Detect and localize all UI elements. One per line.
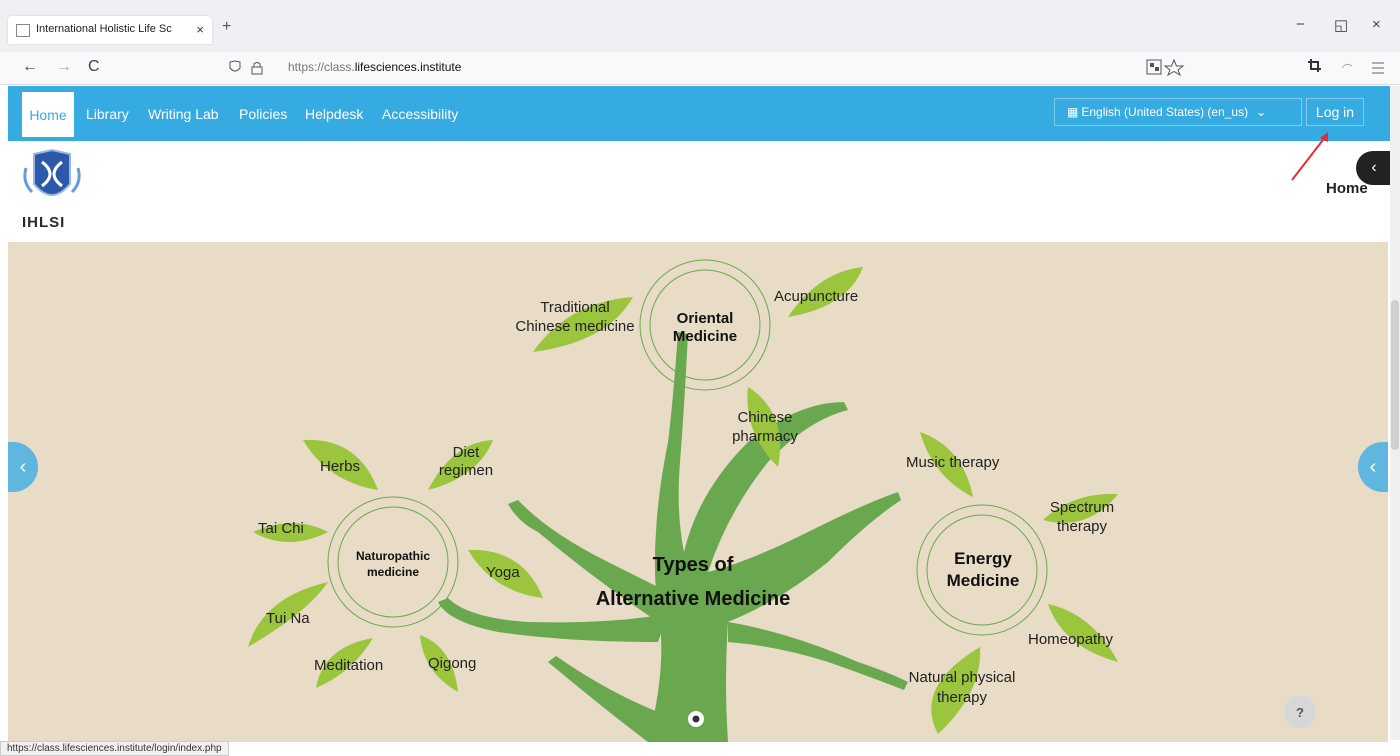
hub-label: Naturopathic <box>355 549 430 563</box>
hub-label: Energy <box>954 549 1012 568</box>
language-selector[interactable]: ▦ English (United States) (en_us) ⌄ <box>1054 98 1302 126</box>
leaf-text: Chinese medicine <box>515 318 635 335</box>
back-icon[interactable]: ← <box>22 58 38 76</box>
leaf-text: regimen <box>438 462 494 479</box>
browser-tab[interactable]: International Holistic Life Sc × <box>8 16 212 44</box>
page-title: Home <box>1326 180 1368 197</box>
restore-button[interactable]: ◱ <box>1334 16 1348 34</box>
leaf-label: Homeopathy <box>1028 631 1114 648</box>
login-link[interactable]: Log in <box>1306 98 1364 126</box>
leaf-label: Yoga <box>486 564 520 581</box>
forward-icon[interactable]: → <box>56 58 72 76</box>
reload-icon[interactable]: C <box>88 58 100 76</box>
leaf-label: Tai Chi <box>258 520 304 537</box>
nav-accessibility[interactable]: Accessibility <box>382 106 458 122</box>
leaf-label: Chinese pharmacy <box>720 408 810 446</box>
drawer-toggle-button[interactable]: ‹ <box>1356 151 1392 185</box>
url-prefix: https://class. <box>288 60 355 74</box>
slide-title-line: Types of <box>652 554 734 576</box>
slide-title: Types of Alternative Medicine <box>528 548 858 616</box>
naturopathic-medicine-hub: Naturopathic medicine <box>330 548 456 580</box>
leaf-text: Chinese <box>737 409 793 426</box>
leaf-label: Tui Na <box>266 610 310 627</box>
tab-title: International Holistic Life Sc <box>36 23 172 35</box>
nav-writing-lab[interactable]: Writing Lab <box>148 106 219 122</box>
address-bar[interactable]: https://class.lifesciences.institute <box>288 60 461 74</box>
leaf-text: Traditional <box>540 299 610 316</box>
close-window-button[interactable]: × <box>1372 16 1381 33</box>
leaf-label: Music therapy <box>906 454 1000 471</box>
leaf-text: Natural physical <box>908 669 1016 686</box>
slideshow: Oriental Medicine Naturopathic medicine … <box>8 242 1388 742</box>
toolbar-extension-icons[interactable] <box>1306 58 1386 76</box>
shield-lock-icon <box>229 60 263 75</box>
status-bar-url: https://class.lifesciences.institute/log… <box>0 741 229 756</box>
favicon-icon <box>16 24 30 37</box>
tree-shape <box>438 332 908 742</box>
chevron-down-icon: ⌄ <box>1256 105 1267 119</box>
slide-title-line: Alternative Medicine <box>595 588 791 610</box>
leaf-text: pharmacy <box>732 428 798 445</box>
hub-label: Oriental <box>676 310 734 327</box>
leaf-label: Meditation <box>314 657 384 674</box>
annotation-arrow-icon <box>1291 132 1328 181</box>
oriental-medicine-hub: Oriental Medicine <box>640 310 770 346</box>
language-label: English (United States) (en_us) <box>1081 105 1249 119</box>
leaf-label: Diet regimen <box>432 444 500 480</box>
hub-label: medicine <box>366 565 420 579</box>
leaf-label: Natural physical therapy <box>888 668 1036 708</box>
nav-policies[interactable]: Policies <box>239 106 287 122</box>
language-icon: ▦ <box>1067 105 1079 119</box>
leaf-text: Diet <box>452 444 480 461</box>
nav-library[interactable]: Library <box>86 106 129 122</box>
leaf-text: Spectrum <box>1049 499 1115 516</box>
nav-helpdesk[interactable]: Helpdesk <box>305 106 363 122</box>
qr-code-icon[interactable] <box>1146 58 1186 76</box>
minimize-button[interactable]: − <box>1296 16 1305 33</box>
help-button[interactable]: ? <box>1284 696 1316 728</box>
leaf-label: Qigong <box>428 655 477 672</box>
ihlsi-logo-icon <box>23 148 81 196</box>
new-tab-button[interactable]: + <box>222 18 231 36</box>
browser-toolbar <box>0 52 1400 85</box>
energy-medicine-hub: Energy Medicine <box>918 548 1048 592</box>
logo-text: IHLSI <box>22 214 66 231</box>
leaf-label: Spectrum therapy <box>1038 498 1126 536</box>
hub-label: Medicine <box>672 328 738 345</box>
close-tab-icon[interactable]: × <box>196 22 204 37</box>
nav-home[interactable]: Home <box>22 92 74 137</box>
leaf-text: therapy <box>936 689 988 706</box>
scrollbar[interactable] <box>1390 86 1400 740</box>
url-domain: lifesciences.institute <box>354 60 462 74</box>
hub-label: Medicine <box>946 571 1020 590</box>
scrollbar-thumb[interactable] <box>1391 300 1399 450</box>
leaf-label: Herbs <box>320 458 361 475</box>
leaf-label: Traditional Chinese medicine <box>510 298 640 336</box>
leaf-text: therapy <box>1056 518 1108 535</box>
leaf-label: Acupuncture <box>774 288 859 305</box>
